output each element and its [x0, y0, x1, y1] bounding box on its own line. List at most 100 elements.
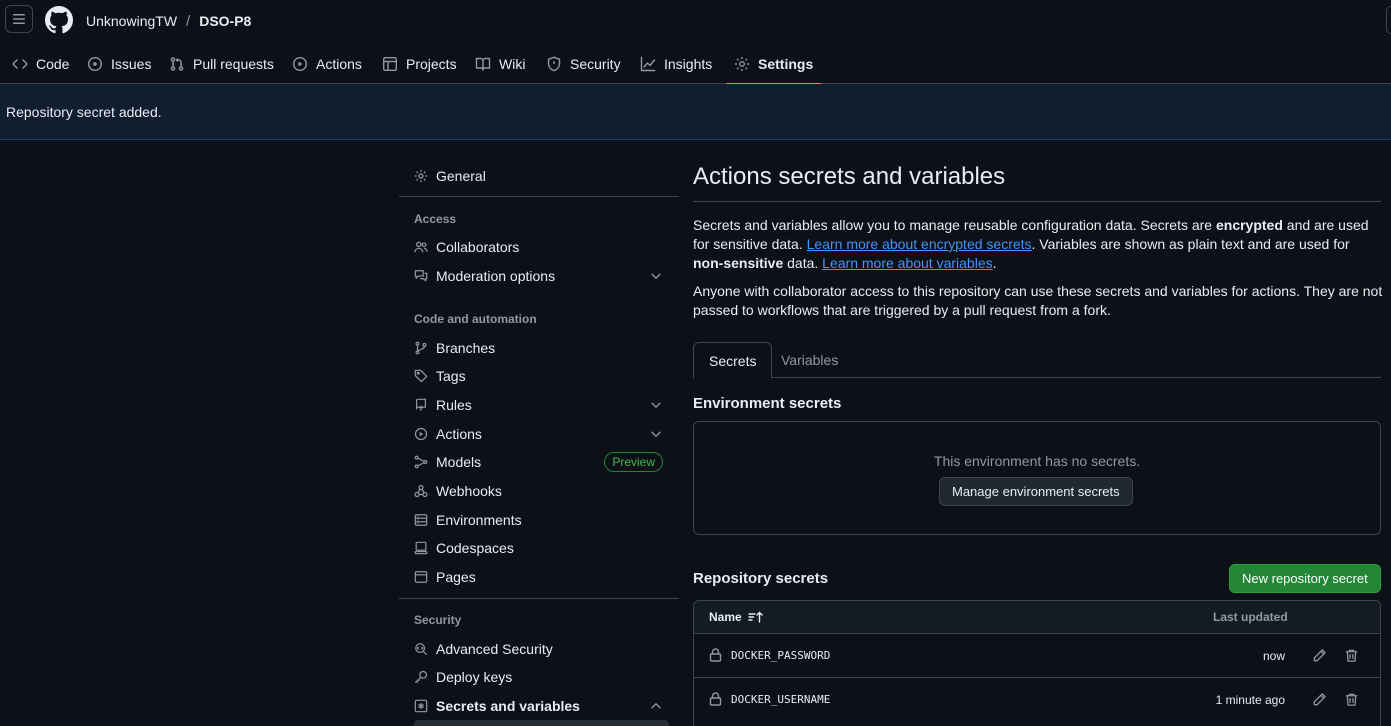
sidebar-item-collaborators[interactable]: Collaborators: [414, 235, 664, 259]
sidebar-item-deploy-keys[interactable]: Deploy keys: [414, 665, 664, 689]
tab-code[interactable]: Code: [12, 44, 69, 84]
codespaces-icon: [414, 541, 428, 555]
sidebar-item-rules[interactable]: Rules: [414, 393, 664, 417]
sidebar-label: Pages: [436, 569, 476, 585]
sidebar-item-codespaces[interactable]: Codespaces: [414, 536, 664, 560]
secret-name: DOCKER_PASSWORD: [731, 649, 831, 662]
sidebar-label: Deploy keys: [436, 669, 513, 685]
sidebar-heading-access: Access: [414, 212, 457, 226]
tab-pull-requests[interactable]: Pull requests: [169, 44, 274, 84]
sidebar-item-actions[interactable]: Actions: [414, 422, 664, 446]
new-repo-secret-button[interactable]: New repository secret: [1229, 564, 1381, 593]
tab-projects[interactable]: Projects: [382, 44, 457, 84]
lock-icon: [709, 648, 722, 662]
intro-bold-encrypted: encrypted: [1215, 217, 1283, 233]
table-row: DOCKER_USERNAME 1 minute ago: [694, 678, 1380, 722]
sidebar-item-pages[interactable]: Pages: [414, 565, 664, 589]
pencil-icon[interactable]: [1312, 692, 1327, 707]
table-icon: [383, 57, 398, 72]
flash-message: Repository secret added.: [6, 103, 162, 120]
flash-banner: Repository secret added.: [0, 84, 1391, 140]
tab-label: Insights: [664, 56, 713, 72]
user-menu-button[interactable]: [1386, 6, 1391, 34]
tab-label: Projects: [406, 56, 457, 72]
sidebar-label: Advanced Security: [436, 641, 553, 657]
tab-insights[interactable]: Insights: [640, 44, 712, 84]
col-last-updated-header: Last updated: [1213, 610, 1288, 624]
sidebar-item-models[interactable]: Models Preview: [414, 450, 664, 474]
tab-actions[interactable]: Actions: [292, 44, 362, 84]
chevron-down-icon: [651, 431, 661, 438]
sidebar-label: Codespaces: [436, 540, 514, 556]
git-pull-request-icon: [170, 57, 184, 71]
gear-icon: [735, 57, 749, 71]
learn-encrypted-secrets-link[interactable]: Learn more about encrypted secrets: [807, 236, 1032, 252]
sidebar-item-environments[interactable]: Environments: [414, 508, 664, 532]
sidebar-heading-security: Security: [414, 613, 462, 627]
owner-link[interactable]: UnknowingTW: [86, 13, 177, 29]
intro-text: .: [992, 255, 997, 271]
sidebar-item-webhooks[interactable]: Webhooks: [414, 479, 664, 503]
intro-text: Secrets and variables allow you to manag…: [693, 217, 1216, 233]
lock-icon: [709, 692, 722, 706]
tab-secrets[interactable]: Secrets: [693, 342, 773, 379]
sidebar-label: Environments: [436, 512, 522, 528]
tab-label: Settings: [758, 56, 814, 72]
hamburger-icon: [13, 14, 25, 24]
sidebar-label: Webhooks: [436, 483, 502, 499]
sidebar-label: General: [436, 168, 486, 184]
tab-label: Security: [570, 56, 621, 72]
sidebar-item-secrets-and-variables[interactable]: Secrets and variables: [414, 694, 664, 718]
sidebar-label: Secrets and variables: [436, 698, 580, 714]
chevron-down-icon: [651, 402, 661, 409]
tab-variables[interactable]: Variables: [766, 342, 853, 378]
manage-env-secrets-button[interactable]: Manage environment secrets: [939, 477, 1133, 506]
intro-bold-non-sensitive: non-sensitive: [693, 255, 784, 271]
people-icon: [414, 241, 428, 253]
sidebar-item-general[interactable]: General: [414, 164, 664, 188]
graph-icon: [640, 56, 656, 72]
secrets-variables-tabs: Secrets Variables: [693, 342, 1381, 379]
learn-variables-link[interactable]: Learn more about variables: [822, 255, 992, 271]
repo-link[interactable]: DSO-P8: [199, 13, 251, 29]
webhook-icon: [414, 484, 428, 498]
sidebar-item-tags[interactable]: Tags: [414, 364, 664, 388]
git-branch-icon: [415, 341, 427, 355]
col-name-label: Name: [709, 610, 742, 624]
tag-icon: [414, 369, 428, 383]
sidebar-label: Branches: [436, 340, 496, 356]
repo-nav: Code Issues Pull requests Actions Projec…: [0, 44, 1391, 85]
repo-push-icon: [416, 398, 426, 411]
trash-icon[interactable]: [1344, 692, 1359, 707]
github-logo-icon[interactable]: [45, 6, 73, 34]
page-title: Actions secrets and variables: [693, 163, 1006, 190]
secret-updated: 1 minute ago: [1215, 693, 1285, 707]
top-header: UnknowingTW / DSO-P8: [0, 0, 1391, 40]
access-note: Anyone with collaborator access to this …: [693, 283, 1383, 318]
env-secrets-heading: Environment secrets: [693, 395, 842, 412]
sidebar-subitem-selected[interactable]: [414, 720, 669, 726]
intro-paragraph: Secrets and variables allow you to manag…: [693, 216, 1383, 273]
repo-secrets-table: Name Last updated DOCKER_PASSWORD now DO…: [693, 600, 1381, 726]
tab-issues[interactable]: Issues: [87, 44, 151, 84]
table-row: DOCKER_PASSWORD now: [694, 634, 1380, 678]
pencil-icon[interactable]: [1312, 648, 1327, 663]
asterisk-icon: [414, 699, 428, 713]
sidebar-divider: [399, 598, 679, 599]
menu-button[interactable]: [5, 5, 33, 33]
server-icon: [414, 514, 428, 526]
sidebar-item-branches[interactable]: Branches: [414, 336, 664, 360]
tab-settings[interactable]: Settings: [725, 44, 822, 85]
name-column-header[interactable]: Name: [709, 610, 764, 624]
sidebar-divider: [399, 196, 679, 197]
sidebar-item-advanced-security[interactable]: Advanced Security: [414, 637, 664, 661]
sidebar-label: Rules: [436, 397, 472, 413]
trash-icon[interactable]: [1344, 648, 1359, 663]
play-icon: [414, 427, 428, 441]
title-divider: [693, 201, 1381, 202]
intro-text: data.: [783, 255, 823, 271]
tab-security[interactable]: Security: [546, 44, 621, 84]
sidebar-item-moderation[interactable]: Moderation options: [414, 264, 664, 288]
tab-wiki[interactable]: Wiki: [475, 44, 525, 84]
codescan-icon: [415, 643, 428, 656]
